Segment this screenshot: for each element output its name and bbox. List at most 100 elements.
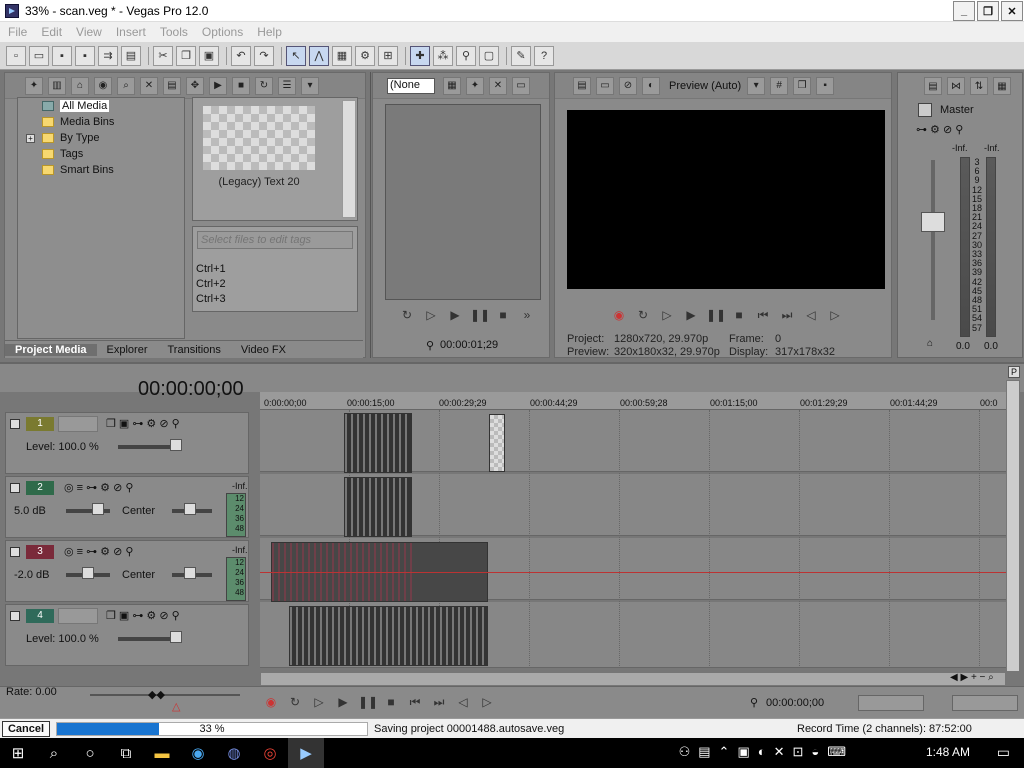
media-thumbnail[interactable]	[203, 106, 315, 170]
track-header-4[interactable]: 4 ❐ ▣ ⊶ ⚙ ⊘ ⚲ Level: 100.0 %	[5, 604, 249, 666]
get-photo-icon[interactable]: ⌂	[71, 76, 89, 95]
media-scrollbar[interactable]	[342, 100, 356, 218]
pause-icon[interactable]: ❚❚	[470, 308, 490, 324]
help-icon[interactable]: ?	[534, 45, 554, 66]
render-icon[interactable]: ⇉	[98, 45, 118, 66]
capture-icon[interactable]: ▥	[48, 76, 66, 95]
trimmer-dropdown[interactable]: (None	[387, 77, 435, 94]
group-icon[interactable]: ▢	[479, 45, 499, 66]
go-to-end-icon[interactable]: ⏭	[430, 695, 448, 711]
stop-icon[interactable]: ■	[382, 695, 400, 711]
track-controls-icons[interactable]: ❐ ▣ ⊶ ⚙ ⊘ ⚲	[106, 417, 180, 430]
stop-icon[interactable]: ■	[232, 76, 250, 95]
video-fx-icon[interactable]: ◐	[642, 76, 660, 95]
menu-edit[interactable]: Edit	[37, 25, 66, 39]
master-fader[interactable]	[921, 212, 945, 232]
timeline-ruler[interactable]: 0:00:00;00 00:00:15;00 00:00:29;29 00:00…	[260, 392, 1006, 410]
menu-view[interactable]: View	[72, 25, 106, 39]
tree-item-tags[interactable]: Tags	[18, 146, 184, 162]
go-to-end-icon[interactable]: ⏭	[778, 308, 796, 324]
track-controls-icons[interactable]: ◎ ≡ ⊶ ⚙ ⊘ ⚲	[64, 481, 133, 494]
level-slider-knob[interactable]	[170, 439, 182, 451]
selection-tool-icon[interactable]: ▦	[332, 45, 352, 66]
marker-icon[interactable]: P	[1008, 366, 1020, 378]
selection-length-field[interactable]	[858, 695, 924, 711]
tab-project-media[interactable]: Project Media	[5, 343, 97, 356]
stop-icon[interactable]: ■	[494, 308, 512, 324]
split-screen-icon[interactable]: ⊘	[619, 76, 637, 95]
paste-icon[interactable]: ▣	[199, 45, 219, 66]
track-header-3[interactable]: 3 ◎ ≡ ⊶ ⚙ ⊘ ⚲ -2.0 dB Center -Inf. 12 24 3…	[5, 540, 249, 602]
preview-properties-icon[interactable]: ▤	[573, 76, 591, 95]
menu-insert[interactable]: Insert	[112, 25, 150, 39]
expand-icon[interactable]: +	[26, 133, 35, 143]
pause-icon[interactable]: ❚❚	[706, 308, 726, 324]
display-icon[interactable]: ▭	[512, 76, 530, 95]
open-icon[interactable]: ▭	[29, 45, 49, 66]
maximize-button[interactable]: ❐	[977, 1, 999, 21]
menu-file[interactable]: File	[4, 25, 31, 39]
text-clip[interactable]	[489, 414, 505, 472]
minimize-button[interactable]: _	[953, 1, 975, 21]
play-from-start-icon[interactable]: ▷	[310, 695, 328, 711]
chrome-icon[interactable]: ◎	[252, 738, 288, 768]
rate-reset-icon[interactable]: △	[172, 700, 180, 713]
views-icon[interactable]: ☰	[278, 76, 296, 95]
video-clip[interactable]	[289, 606, 488, 666]
undo-icon[interactable]: ↶	[231, 45, 251, 66]
stop-icon[interactable]: ■	[730, 308, 748, 324]
tree-item-by-type[interactable]: + By Type	[18, 130, 184, 146]
prev-frame-icon[interactable]: ◁	[454, 695, 472, 711]
system-tray-icons[interactable]: ⚇▤⌃▣◐✕⊡◒⌨	[679, 744, 854, 760]
cortana-icon[interactable]: ○	[72, 738, 108, 768]
chevron-down-icon[interactable]: ▾	[301, 76, 319, 95]
notifications-icon[interactable]: ▭	[997, 744, 1010, 761]
chevron-down-icon[interactable]: ▾	[747, 76, 766, 95]
track-minimize-icon[interactable]	[10, 483, 20, 493]
normal-edit-tool-icon[interactable]: ↖	[286, 45, 306, 66]
zoom-controls[interactable]: ◀ ▶ + − ⌕	[950, 672, 994, 683]
menu-help[interactable]: Help	[253, 25, 286, 39]
properties-icon[interactable]: ▤	[163, 76, 181, 95]
record-icon[interactable]: ◉	[262, 695, 280, 711]
overlays-icon[interactable]: #	[770, 76, 789, 95]
mixer-properties-icon[interactable]: ▤	[924, 77, 942, 95]
import-media-icon[interactable]: ✦	[25, 76, 43, 95]
lock-icon[interactable]: ⌂	[927, 338, 933, 349]
tab-video-fx[interactable]: Video FX	[231, 344, 296, 356]
level-slider-knob[interactable]	[170, 631, 182, 643]
save-icon[interactable]: ▪	[52, 45, 72, 66]
discord-icon[interactable]: ◍	[216, 738, 252, 768]
next-frame-icon[interactable]: ▷	[478, 695, 496, 711]
pan-slider-knob[interactable]	[184, 567, 196, 579]
media-fx-icon[interactable]: ✥	[186, 76, 204, 95]
play-from-start-icon[interactable]: ▷	[422, 308, 440, 324]
play-icon[interactable]: ▶	[446, 308, 464, 324]
go-to-start-icon[interactable]: ⏮	[754, 308, 772, 324]
track-minimize-icon[interactable]	[10, 419, 20, 429]
volume-slider-knob[interactable]	[92, 503, 104, 515]
trimmer-view[interactable]	[385, 104, 541, 300]
paint-icon[interactable]: ✎	[511, 45, 531, 66]
track-controls-icons[interactable]: ◎ ≡ ⊶ ⚙ ⊘ ⚲	[64, 545, 133, 558]
clear-icon[interactable]: ✕	[489, 76, 507, 95]
mixer-options-icon[interactable]: ▦	[993, 77, 1011, 95]
save-snapshot-icon[interactable]: ▪	[816, 76, 835, 95]
tree-item-media-bins[interactable]: Media Bins	[18, 114, 184, 130]
windows-start-icon[interactable]: ⊞	[0, 738, 36, 768]
rate-slider[interactable]	[90, 694, 240, 696]
copy-icon[interactable]: ❐	[176, 45, 196, 66]
track-minimize-icon[interactable]	[10, 611, 20, 621]
loop-icon[interactable]: ↻	[634, 308, 652, 324]
tree-item-all-media[interactable]: All Media	[18, 98, 184, 114]
more-icon[interactable]: »	[518, 308, 536, 324]
vegas-taskbar-icon[interactable]: ▶	[288, 738, 324, 768]
effects-icon[interactable]: ✦	[466, 76, 484, 95]
save-as-icon[interactable]: ▪	[75, 45, 95, 66]
lock-envelopes-icon[interactable]: ⁂	[433, 45, 453, 66]
rate-slider-knob[interactable]: ◆◆	[148, 688, 165, 701]
pause-icon[interactable]: ❚❚	[358, 695, 378, 711]
properties-icon[interactable]: ▤	[121, 45, 141, 66]
preview-quality-dropdown[interactable]: Preview (Auto)	[669, 80, 741, 92]
track-header-1[interactable]: 1 ❐ ▣ ⊶ ⚙ ⊘ ⚲ Level: 100.0 %	[5, 412, 249, 474]
